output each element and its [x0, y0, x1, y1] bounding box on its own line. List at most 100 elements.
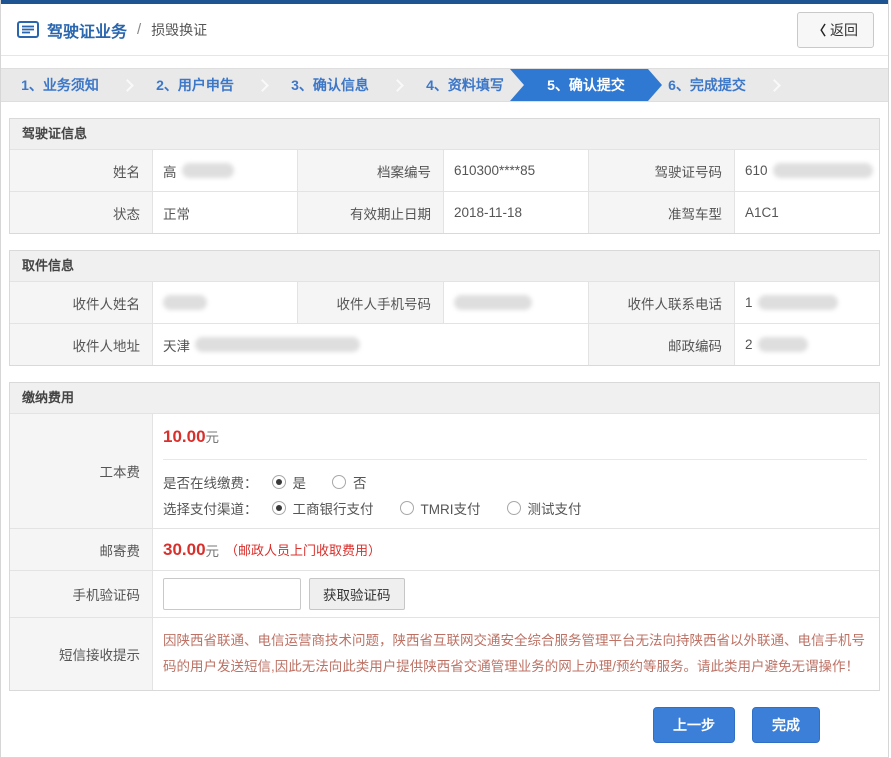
pickup-info-table: 收件人姓名 收件人手机号码 收件人联系电话 1 收件人地址 天津 [10, 281, 879, 365]
radio-channel-icbc-label: 工商银行支付 [293, 498, 374, 518]
radio-checked-icon[interactable] [272, 501, 286, 515]
step-2-user-declaration[interactable]: 2、用户申告 [136, 69, 254, 101]
fees-table: 工本费 10.00元 是否在线缴费： 是 否 [10, 413, 879, 690]
step-indicator: 1、业务须知 2、用户申告 3、确认信息 4、资料填写 5、确认提交 6、完成提… [1, 68, 888, 102]
fees-section: 缴纳费用 工本费 10.00元 是否在线缴费： 是 [9, 382, 880, 691]
radio-unchecked-icon[interactable] [507, 501, 521, 515]
step-arrow-icon [391, 79, 404, 92]
radio-channel-tmri[interactable]: TMRI支付 [400, 498, 481, 518]
postal-code-label: 邮政编码 [588, 323, 734, 365]
license-info-table: 姓名 高 档案编号 610300****85 驾驶证号码 610 状态 正常 有… [10, 149, 879, 233]
footer-actions: 上一步 完成 [9, 691, 880, 757]
previous-step-button[interactable]: 上一步 [653, 707, 735, 743]
radio-channel-icbc[interactable]: 工商银行支付 [272, 498, 374, 518]
vehicle-class-value: A1C1 [734, 191, 879, 233]
online-payment-question: 是否在线缴费： 是 否 [163, 472, 867, 492]
vehicle-class-label: 准驾车型 [588, 191, 734, 233]
sms-code-input[interactable] [163, 578, 301, 610]
back-button[interactable]: 〈 返回 [797, 12, 874, 48]
sms-notice-text: 因陕西省联通、电信运营商技术问题，陕西省互联网交通安全综合服务管理平台无法向持陕… [152, 617, 879, 690]
license-service-icon [17, 21, 39, 38]
finish-button[interactable]: 完成 [752, 707, 820, 743]
postal-code-value-text: 2 [745, 337, 753, 352]
pickup-section-title: 取件信息 [10, 251, 879, 281]
recipient-phone-value: 1 [734, 281, 879, 323]
online-payment-question-label: 是否在线缴费： [163, 472, 258, 492]
radio-online-yes[interactable]: 是 [272, 472, 307, 492]
masked-value-blur [758, 337, 808, 352]
page: 驾驶证业务 / 损毁换证 〈 返回 1、业务须知 2、用户申告 3、确认信息 4… [0, 0, 889, 758]
radio-unchecked-icon[interactable] [400, 501, 414, 515]
breadcrumb-separator: / [137, 21, 141, 38]
file-no-label: 档案编号 [297, 149, 443, 191]
postage-fee-content: 30.00元 （邮政人员上门收取费用） [152, 528, 879, 570]
license-no-value-text: 610 [745, 163, 768, 178]
expiry-value: 2018-11-18 [443, 191, 588, 233]
radio-channel-tmri-label: TMRI支付 [421, 498, 481, 518]
back-chevron-icon: 〈 [813, 20, 826, 39]
recipient-mobile-value [443, 281, 588, 323]
recipient-name-value [152, 281, 297, 323]
card-fee-unit: 元 [206, 430, 220, 445]
postage-fee-label: 邮寄费 [10, 528, 152, 570]
postage-fee-note: （邮政人员上门收取费用） [225, 540, 381, 559]
expiry-label: 有效期止日期 [297, 191, 443, 233]
card-fee-label: 工本费 [10, 413, 152, 528]
main-content: 驾驶证信息 姓名 高 档案编号 610300****85 驾驶证号码 610 状… [1, 118, 888, 757]
sms-code-label: 手机验证码 [10, 570, 152, 617]
step-3-confirm-info[interactable]: 3、确认信息 [271, 69, 389, 101]
breadcrumb-current: 损毁换证 [151, 20, 207, 40]
payment-channel-question: 选择支付渠道： 工商银行支付 TMRI支付 测试支付 [163, 498, 867, 518]
radio-channel-test-label: 测试支付 [528, 498, 582, 518]
back-button-label: 返回 [830, 20, 858, 40]
card-fee-amount-line: 10.00元 [163, 426, 867, 447]
breadcrumb: 驾驶证业务 / 损毁换证 [17, 18, 207, 42]
masked-value-blur [758, 295, 838, 310]
sms-code-row: 获取验证码 [152, 570, 879, 617]
radio-checked-icon[interactable] [272, 475, 286, 489]
recipient-address-value-text: 天津 [163, 335, 190, 355]
page-title: 驾驶证业务 [47, 18, 127, 42]
step-1-business-notice[interactable]: 1、业务须知 [1, 69, 119, 101]
name-value-text: 高 [163, 161, 177, 181]
payment-channel-question-label: 选择支付渠道： [163, 498, 258, 518]
step-5-confirm-submit-active[interactable]: 5、确认提交 [510, 69, 662, 101]
recipient-name-label: 收件人姓名 [10, 281, 152, 323]
step-arrow-icon [256, 79, 269, 92]
file-no-value: 610300****85 [443, 149, 588, 191]
license-no-value: 610 [734, 149, 879, 191]
radio-online-yes-label: 是 [293, 472, 307, 492]
recipient-mobile-label: 收件人手机号码 [297, 281, 443, 323]
status-value: 正常 [152, 191, 297, 233]
fee-divider [163, 459, 867, 460]
header: 驾驶证业务 / 损毁换证 〈 返回 [1, 4, 888, 56]
masked-value-blur [182, 163, 234, 178]
license-info-section: 驾驶证信息 姓名 高 档案编号 610300****85 驾驶证号码 610 状… [9, 118, 880, 234]
step-6-complete-submit[interactable]: 6、完成提交 [648, 69, 766, 101]
card-fee-content: 10.00元 是否在线缴费： 是 否 [152, 413, 879, 528]
step-arrow-icon [121, 79, 134, 92]
card-fee-amount: 10.00 [163, 427, 206, 446]
sms-notice-label: 短信接收提示 [10, 617, 152, 690]
name-label: 姓名 [10, 149, 152, 191]
recipient-phone-label: 收件人联系电话 [588, 281, 734, 323]
masked-value-blur [163, 295, 207, 310]
license-no-label: 驾驶证号码 [588, 149, 734, 191]
masked-value-blur [454, 295, 532, 310]
radio-unchecked-icon[interactable] [332, 475, 346, 489]
license-section-title: 驾驶证信息 [10, 119, 879, 149]
step-4-fill-materials[interactable]: 4、资料填写 [406, 69, 524, 101]
fees-section-title: 缴纳费用 [10, 383, 879, 413]
recipient-address-label: 收件人地址 [10, 323, 152, 365]
get-code-button[interactable]: 获取验证码 [309, 578, 405, 610]
status-label: 状态 [10, 191, 152, 233]
radio-channel-test[interactable]: 测试支付 [507, 498, 582, 518]
radio-online-no-label: 否 [353, 472, 367, 492]
postage-fee-unit: 元 [206, 540, 220, 560]
recipient-phone-value-text: 1 [745, 295, 753, 310]
step-bar-filler [783, 69, 888, 101]
radio-online-no[interactable]: 否 [332, 472, 367, 492]
recipient-address-value: 天津 [152, 323, 588, 365]
postage-fee-amount: 30.00 [163, 540, 206, 560]
postal-code-value: 2 [734, 323, 879, 365]
